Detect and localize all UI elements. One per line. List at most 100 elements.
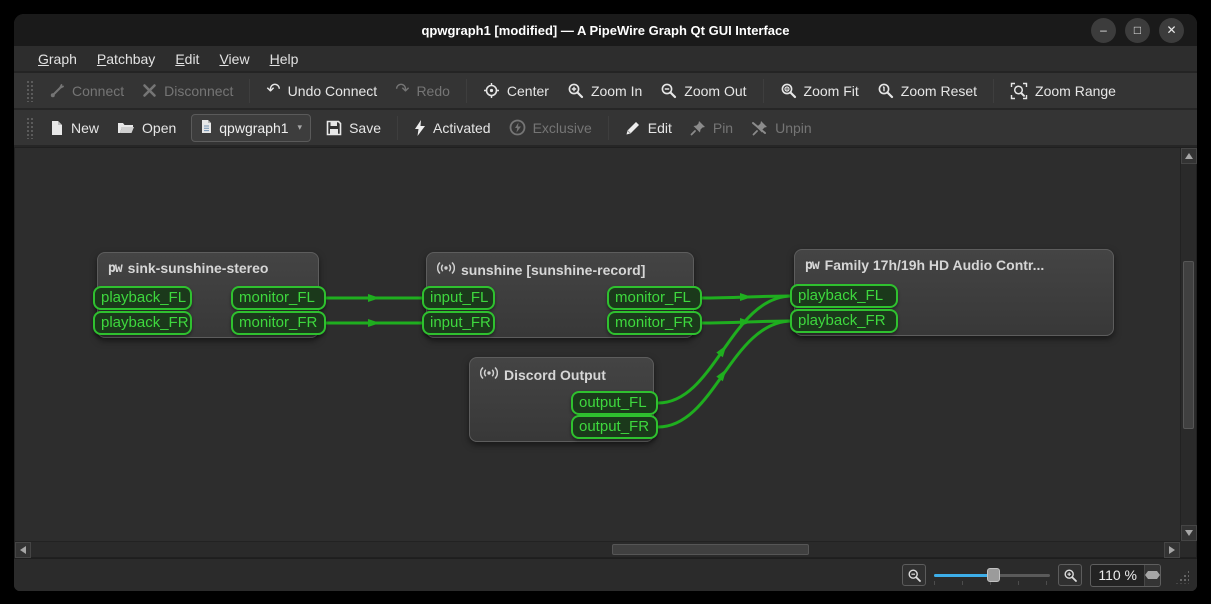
edit-button[interactable]: Edit xyxy=(616,115,681,141)
zoom-spinbox[interactable]: 110 % xyxy=(1090,564,1161,587)
zoom-slider-handle[interactable] xyxy=(987,568,1000,582)
statusbar: 110 % xyxy=(14,558,1197,591)
port-discord-output-fr[interactable]: output_FR xyxy=(571,415,658,439)
connection-wires xyxy=(15,148,1179,540)
toolbar-drag-handle[interactable] xyxy=(26,117,33,139)
scroll-up-button[interactable] xyxy=(1181,148,1197,164)
patchbay-select[interactable]: qpwgraph1 ▾ xyxy=(191,114,311,142)
open-button[interactable]: Open xyxy=(108,115,185,141)
new-button[interactable]: New xyxy=(40,115,108,141)
zoom-reset-icon xyxy=(877,82,894,99)
zoom-out-icon xyxy=(907,568,922,583)
horizontal-scrollbar-thumb[interactable] xyxy=(612,544,809,555)
port-sunshine-input-fl[interactable]: input_FL xyxy=(422,286,495,310)
port-discord-output-fl[interactable]: output_FL xyxy=(571,391,658,415)
edit-pencil-icon xyxy=(625,120,641,136)
horizontal-scrollbar[interactable] xyxy=(15,541,1180,557)
spin-up-button[interactable] xyxy=(1145,564,1160,575)
audio-app-icon xyxy=(437,260,455,279)
menu-view[interactable]: View xyxy=(209,48,259,70)
node-title: Discord Output xyxy=(504,367,606,383)
node-title: sunshine [sunshine-record] xyxy=(461,262,645,278)
window-controls: – □ ✕ xyxy=(1091,18,1197,43)
port-family-playback-fl[interactable]: playback_FL xyxy=(790,284,898,308)
redo-button[interactable]: ↷ Redo xyxy=(386,77,459,104)
zoom-reset-button[interactable]: Zoom Reset xyxy=(868,77,986,104)
activated-button[interactable]: Activated xyxy=(405,115,500,141)
vertical-scrollbar[interactable] xyxy=(1180,148,1196,541)
disconnect-button[interactable]: Disconnect xyxy=(133,78,242,104)
zoom-out-small-button[interactable] xyxy=(902,564,926,586)
port-sink-playback-fr[interactable]: playback_FR xyxy=(93,311,192,335)
toolbar-main: Connect Disconnect ↶ Undo Connect ↷ Redo… xyxy=(14,73,1197,110)
zoom-fit-icon xyxy=(780,82,797,99)
undo-icon: ↶ xyxy=(266,82,280,99)
open-folder-icon xyxy=(117,120,135,135)
arrow-left-icon xyxy=(20,546,26,554)
port-sink-playback-fl[interactable]: playback_FL xyxy=(93,286,192,310)
scroll-right-button[interactable] xyxy=(1164,542,1180,558)
save-button[interactable]: Save xyxy=(317,115,390,141)
zoom-slider[interactable] xyxy=(934,566,1050,584)
toolbar-separator xyxy=(249,79,250,103)
arrow-down-icon xyxy=(1185,530,1193,536)
pipewire-icon: pw xyxy=(108,261,122,276)
pin-button[interactable]: Pin xyxy=(681,115,742,141)
titlebar: qpwgraph1 [modified] — A PipeWire Graph … xyxy=(14,14,1197,46)
vertical-scrollbar-thumb[interactable] xyxy=(1183,261,1194,429)
toolbar-separator xyxy=(397,116,398,140)
zoom-out-icon xyxy=(660,82,677,99)
scroll-down-button[interactable] xyxy=(1181,525,1197,541)
zoom-range-button[interactable]: Zoom Range xyxy=(1001,77,1125,105)
minimize-button[interactable]: – xyxy=(1091,18,1116,43)
center-icon xyxy=(483,82,500,99)
port-family-playback-fr[interactable]: playback_FR xyxy=(790,309,898,333)
node-header: pw sink-sunshine-stereo xyxy=(98,253,318,283)
node-header: sunshine [sunshine-record] xyxy=(427,253,693,286)
zoom-fit-button[interactable]: Zoom Fit xyxy=(771,77,868,104)
port-sink-monitor-fr[interactable]: monitor_FR xyxy=(231,311,326,335)
zoom-in-small-button[interactable] xyxy=(1058,564,1082,586)
exclusive-button[interactable]: Exclusive xyxy=(500,114,601,141)
toolbar-drag-handle[interactable] xyxy=(26,80,33,102)
graph-canvas[interactable]: pw sink-sunshine-stereo playback_FL play… xyxy=(15,148,1180,541)
arrow-up-icon xyxy=(1145,564,1160,575)
graph-view: pw sink-sunshine-stereo playback_FL play… xyxy=(14,147,1197,558)
toolbar-separator xyxy=(763,79,764,103)
port-sunshine-input-fr[interactable]: input_FR xyxy=(422,311,495,335)
port-sunshine-monitor-fl[interactable]: monitor_FL xyxy=(607,286,702,310)
connect-button[interactable]: Connect xyxy=(40,78,133,104)
toolbar-separator xyxy=(608,116,609,140)
scroll-left-button[interactable] xyxy=(15,542,31,558)
zoom-slider-fill xyxy=(934,574,991,577)
menu-patchbay[interactable]: Patchbay xyxy=(87,48,165,70)
arrow-down-icon xyxy=(1145,575,1160,586)
resize-grip[interactable] xyxy=(1175,570,1189,584)
zoom-out-button[interactable]: Zoom Out xyxy=(651,77,755,104)
menu-help[interactable]: Help xyxy=(260,48,309,70)
zoom-value[interactable]: 110 % xyxy=(1091,567,1144,583)
pin-icon xyxy=(690,120,706,136)
close-button[interactable]: ✕ xyxy=(1159,18,1184,43)
center-button[interactable]: Center xyxy=(474,77,558,104)
exclusive-bolt-icon xyxy=(509,119,526,136)
app-window: qpwgraph1 [modified] — A PipeWire Graph … xyxy=(14,14,1197,591)
window-title: qpwgraph1 [modified] — A PipeWire Graph … xyxy=(14,23,1197,38)
patchbay-file-icon xyxy=(200,119,213,137)
zoom-in-button[interactable]: Zoom In xyxy=(558,77,651,104)
arrow-up-icon xyxy=(1185,153,1193,159)
menubar: Graph Patchbay Edit View Help xyxy=(14,46,1197,73)
undo-connect-button[interactable]: ↶ Undo Connect xyxy=(257,77,386,104)
node-header: pw Family 17h/19h HD Audio Contr... xyxy=(795,250,1113,280)
menu-edit[interactable]: Edit xyxy=(165,48,209,70)
save-icon xyxy=(326,120,342,136)
port-sink-monitor-fl[interactable]: monitor_FL xyxy=(231,286,326,310)
port-sunshine-monitor-fr[interactable]: monitor_FR xyxy=(607,311,702,335)
maximize-button[interactable]: □ xyxy=(1125,18,1150,43)
zoom-spin-buttons xyxy=(1144,564,1160,586)
redo-icon: ↷ xyxy=(395,82,409,99)
spin-down-button[interactable] xyxy=(1145,575,1160,586)
toolbar-file: New Open qpwgraph1 ▾ Save Activated Excl… xyxy=(14,110,1197,147)
menu-graph[interactable]: Graph xyxy=(28,48,87,70)
unpin-button[interactable]: Unpin xyxy=(742,115,821,141)
